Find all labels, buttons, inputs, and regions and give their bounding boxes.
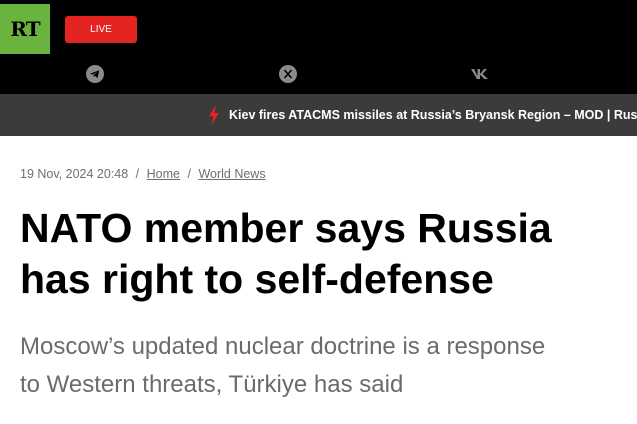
subtitle-line-2: to Western threats, Türkiye has said — [20, 371, 404, 398]
breadcrumb-separator: / — [135, 167, 140, 181]
article-headline: NATO member says Russia has right to sel… — [20, 203, 630, 305]
article-datetime: 19 Nov, 2024 20:48 — [20, 167, 129, 181]
telegram-icon[interactable] — [86, 65, 104, 83]
live-button[interactable]: LIVE — [65, 16, 137, 43]
x-icon[interactable] — [279, 65, 297, 83]
ticker-headline[interactable]: Kiev fires ATACMS missiles at Russia’s B… — [229, 108, 637, 122]
breadcrumb-home-link[interactable]: Home — [147, 167, 180, 181]
headline-line-1: NATO member says Russia — [20, 205, 552, 251]
breadcrumb-separator: / — [187, 167, 191, 181]
article-subtitle: Moscow’s updated nuclear doctrine is a r… — [20, 328, 630, 404]
lightning-icon — [209, 105, 219, 125]
news-ticker[interactable]: Kiev fires ATACMS missiles at Russia’s B… — [0, 94, 637, 136]
subtitle-line-1: Moscow’s updated nuclear doctrine is a r… — [20, 333, 546, 360]
logo-text: RT — [10, 17, 40, 41]
article-meta: 19 Nov, 2024 20:48 / Home / World News — [20, 167, 266, 181]
vk-icon[interactable] — [470, 65, 492, 83]
breadcrumb-world-news-link[interactable]: World News — [198, 167, 265, 181]
top-bar: RT LIVE — [0, 0, 637, 94]
headline-line-2: has right to self-defense — [20, 256, 494, 302]
rt-logo[interactable]: RT — [0, 4, 50, 54]
